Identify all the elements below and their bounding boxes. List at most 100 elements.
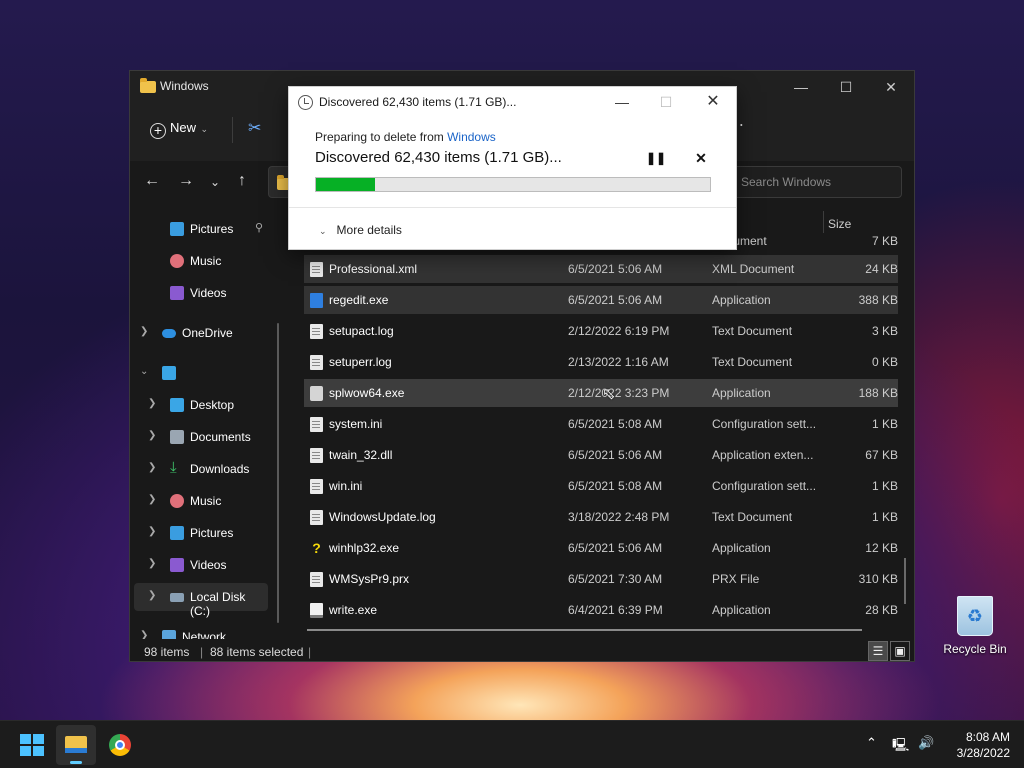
sidebar-item-pictures[interactable]: Pictures ⚲ (130, 215, 280, 243)
search-input[interactable]: Search Windows (730, 166, 902, 198)
table-row[interactable]: ? winhlp32.exe 6/5/2021 5:06 AM Applicat… (304, 534, 898, 562)
expand-chevron-icon[interactable]: ❯ (148, 558, 156, 569)
expand-chevron-icon[interactable]: ❯ (140, 630, 148, 639)
delete-progress-dialog: Discovered 62,430 items (1.71 GB)... — ☐… (288, 86, 737, 250)
horizontal-scrollbar[interactable] (307, 629, 862, 631)
table-row[interactable]: WindowsUpdate.log 3/18/2022 2:48 PM Text… (304, 503, 898, 531)
table-row[interactable]: setuperr.log 2/13/2022 1:16 AM Text Docu… (304, 348, 898, 376)
back-arrow-icon[interactable]: ← (144, 172, 160, 190)
forward-arrow-icon[interactable]: → (178, 172, 194, 190)
sidebar-item-pictures[interactable]: ❯ Pictures (130, 519, 280, 547)
cancel-button[interactable]: ✕ (692, 150, 710, 167)
table-row[interactable]: splwow64.exe 2/12/2022 3:23 PM Applicati… (304, 379, 898, 407)
sidebar-item-downloads[interactable]: ❯ ⤓ Downloads (130, 455, 280, 483)
expand-chevron-icon[interactable]: ❯ (148, 526, 156, 537)
sidebar-item-this-pc[interactable]: ⌄ (130, 359, 280, 387)
videos-icon (170, 286, 184, 300)
table-row[interactable]: Professional.xml 6/5/2021 5:06 AM XML Do… (304, 255, 898, 283)
close-button[interactable]: ✕ (876, 75, 906, 99)
sidebar-item-local-disk[interactable]: ❯ Local Disk (C:) (134, 583, 268, 618)
cut-icon[interactable]: ✂ (248, 118, 261, 138)
blank-file-icon (310, 572, 323, 587)
details-view-button[interactable]: ☰ (868, 641, 888, 661)
file-date: 6/5/2021 5:08 AM (568, 417, 663, 431)
file-explorer-icon (65, 736, 87, 753)
recent-locations-chevron-icon[interactable]: ⌄ (210, 175, 220, 189)
sidebar-item-label: Videos (190, 286, 227, 300)
expand-chevron-icon[interactable]: ❯ (140, 326, 148, 337)
sidebar-item-network[interactable]: ❯ Network (130, 623, 280, 639)
table-row[interactable]: win.ini 6/5/2021 5:08 AM Configuration s… (304, 472, 898, 500)
pictures-icon (170, 222, 184, 236)
expand-chevron-icon[interactable]: ❯ (148, 430, 156, 441)
expand-chevron-icon[interactable]: ❯ (148, 590, 156, 601)
file-type: Configuration sett... (712, 417, 817, 431)
sidebar-item-music[interactable]: ❯ Music (130, 487, 280, 515)
collapse-chevron-icon[interactable]: ⌄ (140, 366, 148, 377)
expand-chevron-icon[interactable]: ❯ (148, 462, 156, 473)
column-header-size[interactable]: Size (828, 217, 851, 231)
write-icon (310, 603, 323, 618)
sidebar-item-music[interactable]: Music (130, 247, 280, 275)
recycle-bin-shortcut[interactable]: Recycle Bin (940, 596, 1010, 656)
file-name: system.ini (329, 417, 383, 431)
new-button[interactable]: + New ⌄ (150, 120, 208, 139)
system-clock[interactable]: 8:08 AM 3/28/2022 (944, 729, 1010, 761)
file-date: 3/18/2022 2:48 PM (568, 510, 670, 524)
pin-icon[interactable]: ⚲ (255, 221, 263, 234)
file-type: Application (712, 603, 771, 617)
large-icons-view-button[interactable]: ▣ (890, 641, 910, 661)
sidebar-item-label: Documents (190, 430, 251, 444)
sidebar-item-label: Videos (190, 558, 227, 572)
file-date: 6/5/2021 5:06 AM (568, 262, 663, 276)
column-divider[interactable] (823, 211, 824, 233)
table-row[interactable]: WMSysPr9.prx 6/5/2021 7:30 AM PRX File 3… (304, 565, 898, 593)
sidebar-item-videos[interactable]: ❯ Videos (130, 551, 280, 579)
table-row[interactable]: write.exe 6/4/2021 6:39 PM Application 2… (304, 596, 898, 624)
more-details-button[interactable]: ⌄ More details (319, 223, 402, 237)
desktop-icon (170, 398, 184, 412)
sidebar-item-desktop[interactable]: ❯ Desktop (130, 391, 280, 419)
file-date: 6/5/2021 5:06 AM (568, 541, 663, 555)
window-title: Windows (160, 79, 209, 93)
taskbar-chrome[interactable] (100, 725, 140, 765)
file-name: setuperr.log (329, 355, 392, 369)
expand-chevron-icon[interactable]: ❯ (148, 398, 156, 409)
printer-icon (310, 386, 323, 401)
maximize-button[interactable]: ☐ (831, 75, 861, 99)
source-folder-link[interactable]: Windows (447, 130, 496, 144)
table-row[interactable]: regedit.exe 6/5/2021 5:06 AM Application… (304, 286, 898, 314)
file-type: Application (712, 293, 771, 307)
sidebar-item-label: Network (182, 630, 227, 639)
file-type: Application (712, 386, 771, 400)
minimize-button[interactable]: — (786, 75, 816, 99)
file-name: win.ini (329, 479, 363, 493)
file-date: 6/5/2021 5:08 AM (568, 479, 663, 493)
volume-icon[interactable]: 🔊 (918, 736, 934, 751)
table-row[interactable]: system.ini 6/5/2021 5:08 AM Configuratio… (304, 410, 898, 438)
drive-icon (170, 593, 184, 602)
onedrive-icon (162, 329, 176, 338)
sidebar-scrollbar[interactable] (277, 323, 279, 623)
windows-logo-icon (33, 746, 44, 756)
file-list-scrollbar[interactable] (904, 558, 906, 604)
expand-chevron-icon[interactable]: ❯ (148, 494, 156, 505)
dialog-close-button[interactable]: ✕ (698, 91, 728, 113)
sidebar-item-label: Music (190, 254, 222, 268)
start-button[interactable] (20, 734, 44, 756)
sidebar-item-videos[interactable]: Videos (130, 279, 280, 307)
taskbar: ⌃ 🖳 🔊 8:08 AM 3/28/2022 (0, 720, 1024, 768)
show-hidden-icons-chevron-icon[interactable]: ⌃ (866, 736, 877, 751)
table-row[interactable]: setupact.log 2/12/2022 6:19 PM Text Docu… (304, 317, 898, 345)
table-row[interactable]: twain_32.dll 6/5/2021 5:06 AM Applicatio… (304, 441, 898, 469)
pause-button[interactable]: ❚❚ (646, 151, 666, 165)
file-date: 6/5/2021 7:30 AM (568, 572, 663, 586)
sidebar-item-onedrive[interactable]: ❯ OneDrive (130, 319, 280, 347)
up-arrow-icon[interactable]: ↑ (238, 172, 246, 190)
taskbar-file-explorer[interactable] (56, 725, 96, 765)
network-icon[interactable]: 🖳 (892, 736, 909, 758)
dialog-minimize-button[interactable]: — (607, 91, 637, 113)
windows-logo-icon (20, 746, 31, 756)
sidebar-item-documents[interactable]: ❯ Documents (130, 423, 280, 451)
file-size: 0 KB (871, 355, 898, 369)
